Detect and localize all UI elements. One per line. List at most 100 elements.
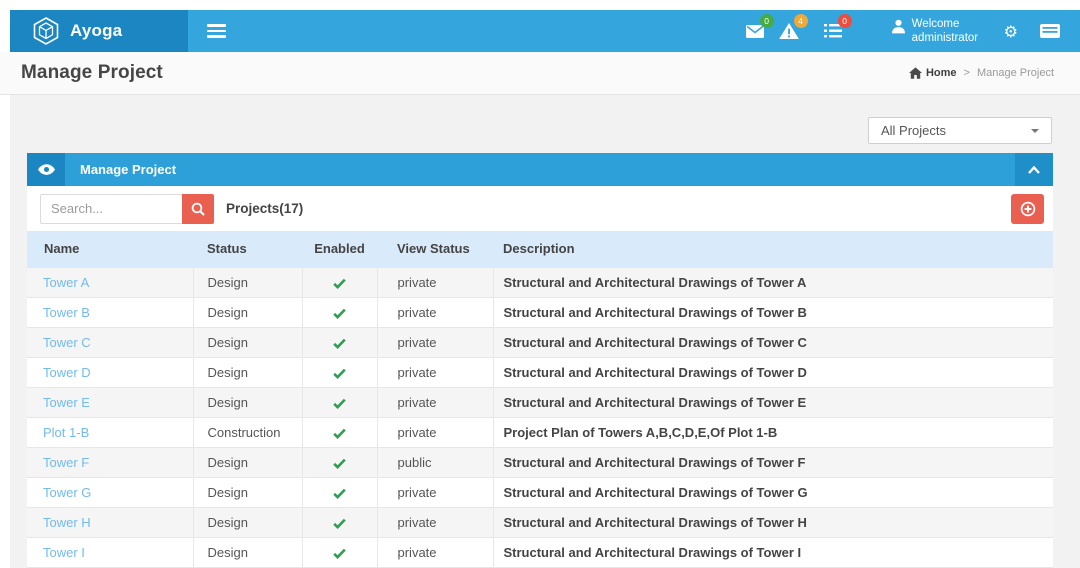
project-link[interactable]: Plot 1-B (43, 425, 89, 440)
panel-header: Manage Project (27, 153, 1053, 186)
projects-count: Projects(17) (226, 201, 304, 216)
project-table-body: Tower A Design private Structural and Ar… (27, 266, 1053, 568)
page-title: Manage Project (21, 62, 163, 83)
mail-icon (745, 24, 764, 38)
layout-icon[interactable] (1040, 24, 1060, 38)
table-row: Tower F Design public Structural and Arc… (27, 446, 1053, 478)
view-status-cell: private (376, 326, 494, 358)
user-menu[interactable]: Welcome administrator (891, 17, 982, 46)
view-status-cell: private (376, 296, 494, 328)
eye-icon (37, 164, 55, 175)
project-link[interactable]: Tower I (43, 545, 85, 560)
project-filter-select[interactable]: All Projects (868, 117, 1052, 144)
messages-button[interactable]: 0 (744, 14, 774, 42)
alerts-button[interactable]: 4 (778, 14, 808, 42)
status-cell: Design (192, 326, 303, 358)
status-cell: Design (192, 356, 303, 388)
user-icon (891, 19, 905, 33)
breadcrumb-separator: > (963, 67, 970, 79)
project-link[interactable]: Tower E (43, 395, 90, 410)
status-cell: Design (192, 296, 303, 328)
status-cell: Design (192, 266, 303, 298)
enabled-check-icon (301, 326, 378, 358)
settings-gear-icon[interactable]: ⚙ (1004, 22, 1018, 41)
table-row: Tower D Design private Structural and Ar… (27, 356, 1053, 388)
column-header-name[interactable]: Name (27, 231, 193, 267)
table-row: Tower A Design private Structural and Ar… (27, 266, 1053, 298)
table-row: Tower C Design private Structural and Ar… (27, 326, 1053, 358)
search-input[interactable] (40, 193, 182, 224)
description-cell: Structural and Architectural Drawings of… (492, 446, 1053, 478)
header-actions: 0 4 0 Welcome administrator ⚙ (744, 10, 1080, 52)
status-cell: Design (192, 476, 303, 508)
status-cell: Design (192, 386, 303, 418)
messages-badge: 0 (759, 14, 774, 28)
menu-toggle-button[interactable] (188, 10, 244, 52)
view-status-cell: private (376, 536, 494, 568)
table-header-row: Name Status Enabled View Status Descript… (27, 231, 1053, 267)
status-cell: Design (192, 446, 303, 478)
tasks-button[interactable]: 0 (822, 14, 852, 42)
add-project-button[interactable] (1011, 193, 1044, 224)
page-title-bar: Manage Project Home > Manage Project (0, 52, 1080, 95)
status-cell: Design (192, 536, 303, 568)
project-link[interactable]: Tower C (43, 335, 91, 350)
view-status-cell: private (376, 356, 494, 388)
manage-project-panel: Manage Project Projects(17) (27, 153, 1053, 568)
column-header-description[interactable]: Description (493, 231, 1053, 267)
enabled-check-icon (301, 476, 378, 508)
column-header-status[interactable]: Status (193, 231, 302, 267)
collapse-button[interactable] (1015, 153, 1053, 186)
project-link[interactable]: Tower F (43, 455, 89, 470)
table-row: Tower E Design private Structural and Ar… (27, 386, 1053, 418)
view-status-cell: public (376, 446, 494, 478)
description-cell: Project Plan of Towers A,B,C,D,E,Of Plot… (492, 416, 1053, 448)
column-header-view-status[interactable]: View Status (377, 231, 493, 267)
description-cell: Structural and Architectural Drawings of… (492, 356, 1053, 388)
caret-down-icon (1031, 128, 1039, 133)
view-status-cell: private (376, 506, 494, 538)
description-cell: Structural and Architectural Drawings of… (492, 296, 1053, 328)
breadcrumb-home[interactable]: Home (908, 67, 957, 79)
description-cell: Structural and Architectural Drawings of… (492, 266, 1053, 298)
table-row: Plot 1-B Construction private Project Pl… (27, 416, 1053, 448)
view-status-cell: private (376, 476, 494, 508)
project-link[interactable]: Tower A (43, 275, 89, 290)
project-link[interactable]: Tower B (43, 305, 90, 320)
enabled-check-icon (301, 386, 378, 418)
description-cell: Structural and Architectural Drawings of… (492, 506, 1053, 538)
description-cell: Structural and Architectural Drawings of… (492, 386, 1053, 418)
description-cell: Structural and Architectural Drawings of… (492, 536, 1053, 568)
view-status-cell: private (376, 386, 494, 418)
description-cell: Structural and Architectural Drawings of… (492, 326, 1053, 358)
tasks-badge: 0 (837, 14, 852, 28)
view-status-cell: private (376, 266, 494, 298)
project-link[interactable]: Tower H (43, 515, 91, 530)
brand[interactable]: Ayoga (10, 10, 188, 52)
enabled-check-icon (301, 446, 378, 478)
page-content: All Projects Manage Project Search... Pr… (10, 95, 1080, 568)
tasks-icon (823, 24, 842, 38)
app-header: Ayoga 0 4 0 Welcome administrator ⚙ (10, 10, 1080, 52)
status-cell: Construction (192, 416, 303, 448)
enabled-check-icon (301, 416, 378, 448)
visibility-eye-button[interactable] (27, 153, 65, 186)
description-cell: Structural and Architectural Drawings of… (492, 476, 1053, 508)
projects-table: Name Status Enabled View Status Descript… (27, 231, 1053, 568)
alerts-badge: 4 (793, 14, 808, 28)
enabled-check-icon (301, 266, 378, 298)
column-header-enabled[interactable]: Enabled (302, 231, 377, 267)
view-status-cell: private (376, 416, 494, 448)
table-row: Tower G Design private Structural and Ar… (27, 476, 1053, 508)
table-row: Tower B Design private Structural and Ar… (27, 296, 1053, 328)
project-link[interactable]: Tower D (43, 365, 91, 380)
app-root: Ayoga 0 4 0 Welcome administrator ⚙ Mana… (0, 10, 1080, 568)
chevron-up-icon (1028, 165, 1040, 174)
brand-name: Ayoga (70, 21, 123, 40)
panel-toolbar: Projects(17) (27, 186, 1053, 231)
project-link[interactable]: Tower G (43, 485, 91, 500)
enabled-check-icon (301, 536, 378, 568)
search-button[interactable] (182, 193, 214, 224)
enabled-check-icon (301, 506, 378, 538)
status-cell: Design (192, 506, 303, 538)
